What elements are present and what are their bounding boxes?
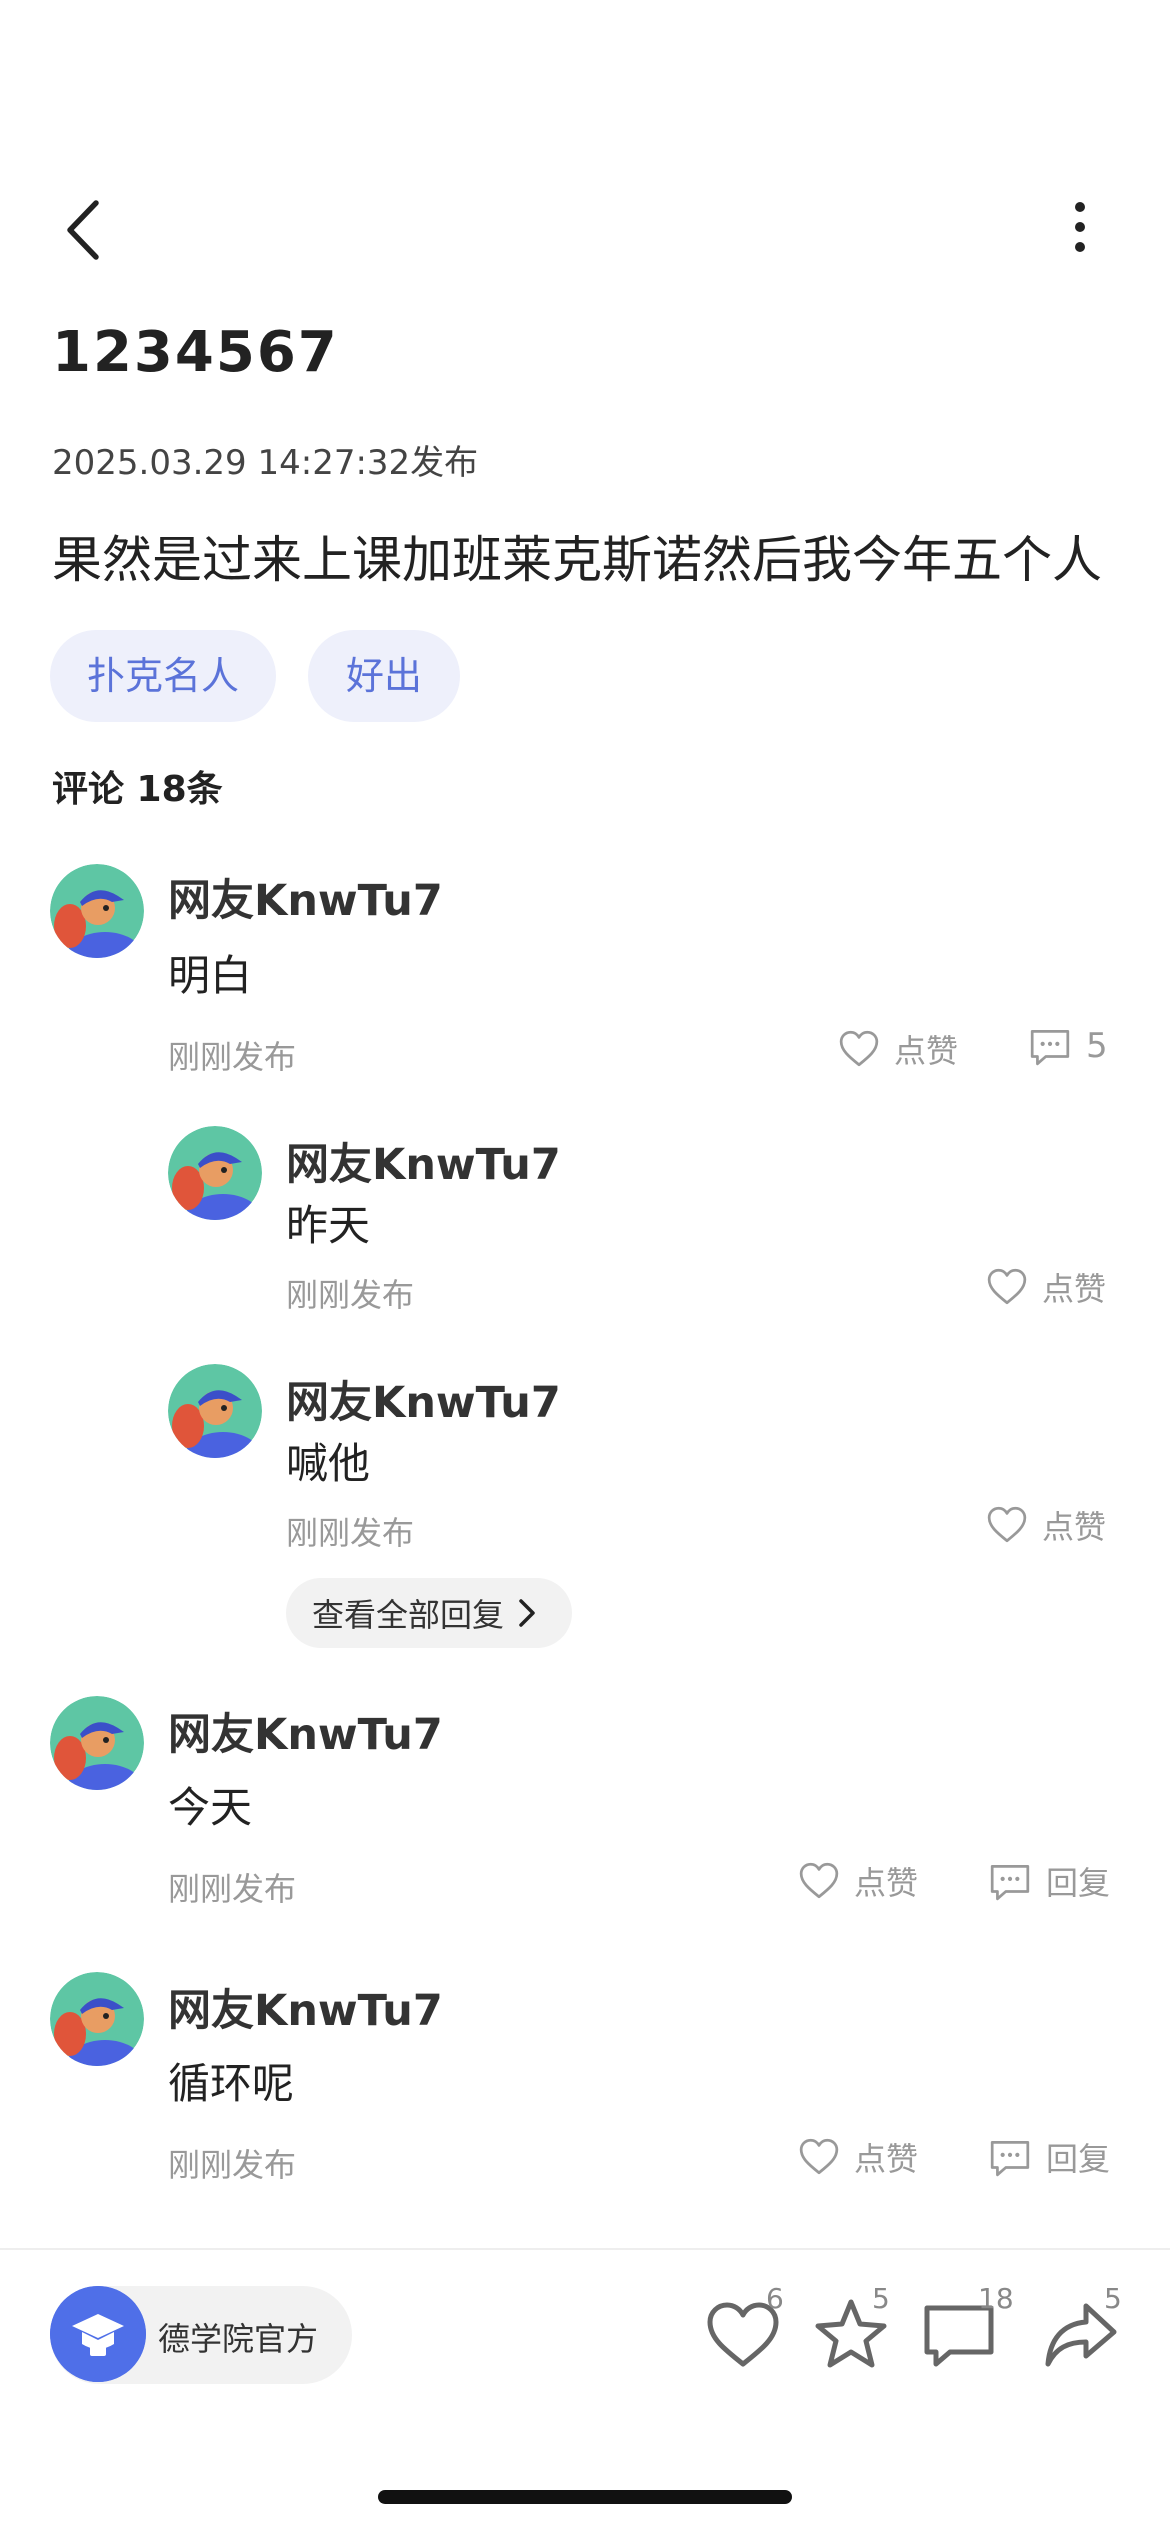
avatar[interactable] [168, 1126, 262, 1220]
star-count: 5 [872, 2282, 890, 2315]
comment-time: 刚刚发布 [168, 1870, 297, 1908]
heart-icon [799, 2138, 839, 2175]
heart-icon [987, 1506, 1027, 1543]
reply-button[interactable]: 回复 [988, 2134, 1110, 2180]
reply-label: 回复 [1046, 1864, 1111, 1902]
heart-icon [987, 1268, 1027, 1305]
comment-username[interactable]: 网友KnwTu7 [168, 1976, 443, 2038]
comments-count: 评论 18条 [52, 769, 223, 810]
like-button[interactable]: 点赞 [798, 1858, 918, 1904]
graduation-cap-icon [50, 2286, 146, 2382]
divider [0, 2248, 1170, 2250]
comment-bubble-icon [1030, 1029, 1070, 1066]
avatar[interactable] [168, 1364, 262, 1458]
tag-chip[interactable]: 好出 [308, 630, 460, 722]
like-button[interactable]: 点赞 [798, 2134, 918, 2180]
reply-text: 喊他 [286, 1439, 371, 1488]
like-label: 点赞 [854, 2140, 919, 2178]
avatar[interactable] [50, 1696, 144, 1790]
tag-chip[interactable]: 扑克名人 [50, 630, 276, 722]
avatar[interactable] [50, 864, 144, 958]
like-button[interactable]: 点赞 [838, 1026, 958, 1072]
post-title: 1234567 [52, 320, 339, 385]
reply-count: 5 [1086, 1026, 1108, 1066]
comment-text: 今天 [168, 1783, 253, 1832]
reply-time: 刚刚发布 [286, 1276, 415, 1314]
heart-icon [799, 1862, 839, 1899]
like-label: 点赞 [1042, 1508, 1107, 1546]
reply-count-button[interactable]: 5 [1028, 1026, 1108, 1066]
reply-button[interactable]: 回复 [988, 1858, 1110, 1904]
comment-bubble-icon [990, 2140, 1030, 2177]
comment-time: 刚刚发布 [168, 1038, 297, 1076]
official-account-name: 德学院官方 [158, 2320, 319, 2358]
like-label: 点赞 [854, 1864, 919, 1902]
heart-icon [839, 1030, 879, 1067]
view-all-replies-button[interactable]: 查看全部回复 [286, 1578, 572, 1648]
more-options-icon[interactable] [1060, 195, 1100, 265]
avatar[interactable] [50, 1972, 144, 2066]
reply-username[interactable]: 网友KnwTu7 [286, 1130, 561, 1192]
comment-username[interactable]: 网友KnwTu7 [168, 866, 443, 928]
home-indicator[interactable] [378, 2490, 792, 2504]
share-count: 5 [1104, 2282, 1122, 2315]
chevron-right-icon [519, 1599, 535, 1627]
post-publish-time: 2025.03.29 14:27:32发布 [52, 443, 479, 483]
comment-time: 刚刚发布 [168, 2146, 297, 2184]
comment-count: 18 [978, 2282, 1014, 2315]
view-all-replies-label: 查看全部回复 [312, 1596, 505, 1634]
like-button[interactable]: 点赞 [986, 1264, 1106, 1310]
reply-time: 刚刚发布 [286, 1514, 415, 1552]
like-count: 6 [766, 2282, 784, 2315]
like-button[interactable]: 点赞 [986, 1502, 1106, 1548]
post-body: 果然是过来上课加班莱克斯诺然后我今年五个人 [52, 531, 1102, 589]
comment-username[interactable]: 网友KnwTu7 [168, 1700, 443, 1762]
back-icon[interactable] [60, 195, 110, 265]
reply-text: 昨天 [286, 1201, 371, 1250]
like-label: 点赞 [894, 1032, 959, 1070]
like-label: 点赞 [1042, 1270, 1107, 1308]
reply-username[interactable]: 网友KnwTu7 [286, 1368, 561, 1430]
comment-bubble-icon [990, 1864, 1030, 1901]
reply-label: 回复 [1046, 2140, 1111, 2178]
comment-text: 明白 [168, 951, 253, 1000]
comment-text: 循环呢 [168, 2059, 295, 2108]
